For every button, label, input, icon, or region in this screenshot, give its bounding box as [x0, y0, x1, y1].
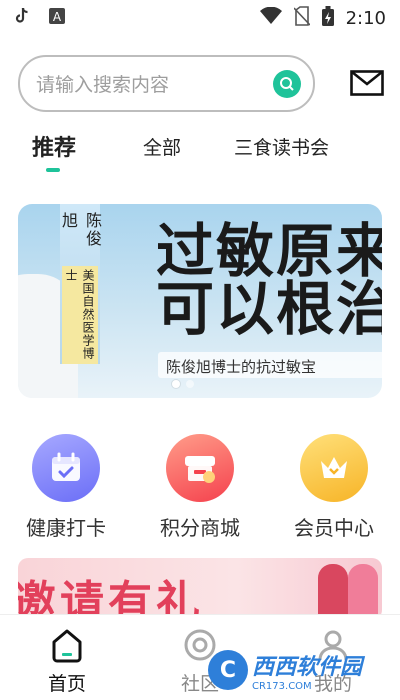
promo-text: 邀请有礼 — [18, 577, 204, 620]
promo-figure-right — [348, 564, 378, 620]
home-icon — [52, 629, 82, 663]
status-bar: A 2:10 — [0, 0, 400, 36]
no-sim-icon — [292, 6, 311, 30]
member-center-button[interactable]: 会员中心 — [279, 434, 389, 541]
carousel-dots — [172, 380, 194, 388]
watermark-logo-icon: C — [208, 650, 248, 690]
tab-all[interactable]: 全部 — [143, 133, 181, 160]
carousel-dot-active[interactable] — [172, 380, 180, 388]
tab-recommend[interactable]: 推荐 — [32, 130, 76, 162]
points-mall-button[interactable]: 积分商城 — [145, 434, 255, 541]
search-icon — [280, 76, 294, 91]
font-app-icon: A — [48, 7, 66, 29]
banner-carousel[interactable]: 陈俊旭 美国自然医学博士 过敏原来 可以根治 陈俊旭博士的抗过敏宝 — [18, 204, 382, 398]
banner-author-name: 陈俊旭 — [59, 212, 102, 248]
search-input[interactable]: 请输入搜索内容 — [36, 70, 273, 97]
carousel-dot[interactable] — [186, 380, 194, 388]
banner-headline-line1: 过敏原来 — [156, 217, 382, 285]
category-tabs: 推荐 全部 三食读书会 — [0, 128, 400, 176]
wifi-icon — [259, 6, 282, 29]
status-time: 2:10 — [345, 7, 386, 29]
health-checkin-label: 健康打卡 — [26, 516, 106, 540]
svg-text:A: A — [53, 10, 62, 24]
watermark-domain: CR173.COM — [252, 680, 312, 692]
member-center-label: 会员中心 — [294, 516, 374, 540]
search-bar[interactable]: 请输入搜索内容 — [18, 55, 315, 112]
watermark-brand: 西西软件园 — [252, 654, 363, 680]
tiktok-icon — [14, 7, 30, 29]
tab-reading-club[interactable]: 三食读书会 — [234, 133, 329, 160]
message-button[interactable] — [350, 70, 384, 98]
banner-headline-line2: 可以根治 — [156, 275, 382, 343]
active-tab-indicator — [46, 168, 60, 172]
points-mall-label: 积分商城 — [160, 516, 240, 540]
health-checkin-button[interactable]: 健康打卡 — [11, 434, 121, 541]
nav-home[interactable]: 首页 — [27, 627, 107, 696]
banner-author-tag: 陈俊旭 美国自然医学博士 — [59, 204, 102, 364]
banner-author-title: 美国自然医学博士 — [62, 265, 98, 364]
promo-banner[interactable]: 邀请有礼 — [18, 558, 382, 620]
promo-figure-left — [318, 564, 348, 620]
store-icon — [166, 434, 234, 502]
site-watermark: C 西西软件园 CR173.COM — [208, 650, 388, 692]
search-button[interactable] — [273, 69, 301, 98]
mail-icon — [350, 70, 384, 96]
battery-icon — [321, 6, 334, 30]
banner-headline: 过敏原来 可以根治 — [156, 222, 382, 338]
banner-subtitle: 陈俊旭博士的抗过敏宝 — [158, 352, 382, 378]
nav-home-label: 首页 — [47, 673, 86, 695]
crown-icon — [300, 434, 368, 502]
calendar-check-icon — [32, 434, 100, 502]
